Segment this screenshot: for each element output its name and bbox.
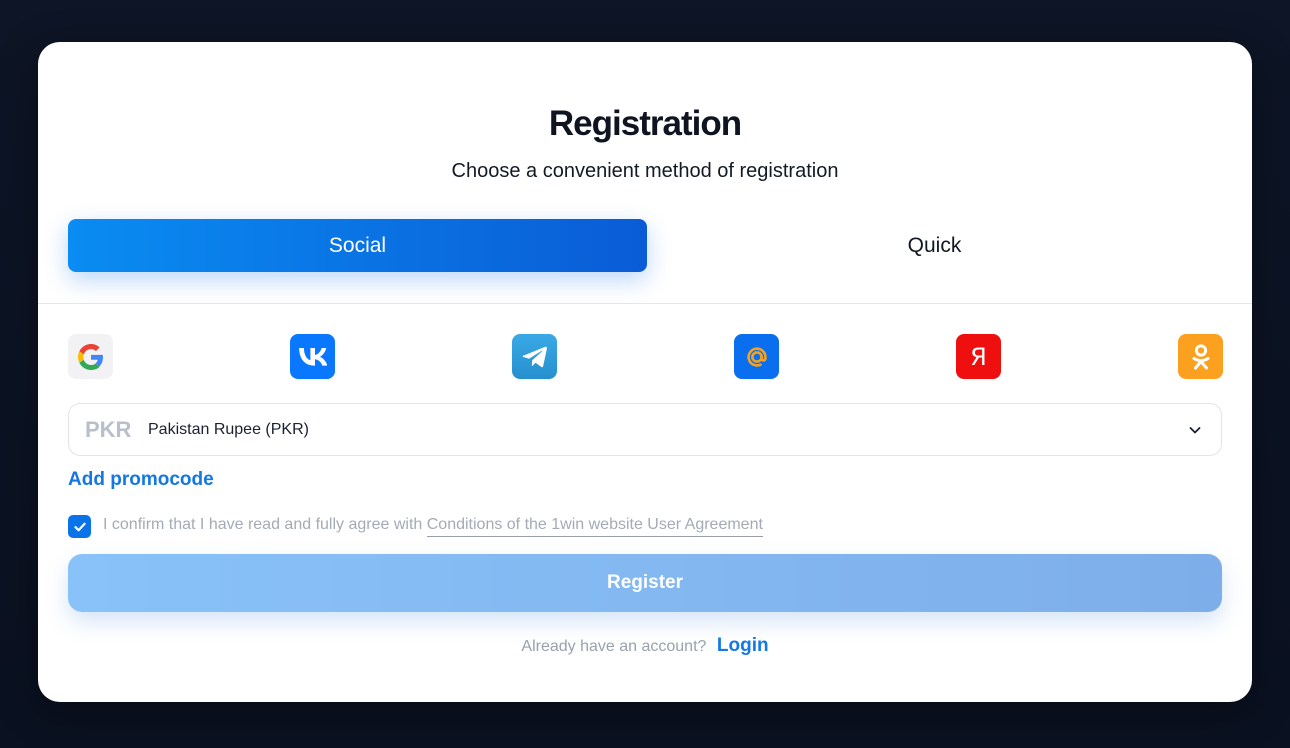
register-button[interactable]: Register — [68, 554, 1222, 612]
agreement-checkbox[interactable] — [68, 515, 91, 538]
modal-subtitle: Choose a convenient method of registrati… — [451, 160, 839, 182]
agreement-text: I confirm that I have read and fully agr… — [103, 516, 763, 537]
agreement-label: I confirm that I have read and fully agr… — [103, 516, 423, 533]
login-prompt: Already have an account? — [521, 638, 707, 655]
add-promocode-link[interactable]: Add promocode — [68, 469, 214, 491]
odnoklassniki-login-button[interactable] — [1178, 334, 1223, 379]
yandex-icon: Я — [970, 342, 987, 371]
vk-login-button[interactable] — [290, 334, 335, 379]
tab-social[interactable]: Social — [68, 219, 647, 272]
currency-name: Pakistan Rupee (PKR) — [148, 421, 309, 438]
odnoklassniki-icon — [1192, 343, 1209, 369]
telegram-login-button[interactable] — [512, 334, 557, 379]
user-agreement-link[interactable]: Conditions of the 1win website User Agre… — [426, 516, 763, 537]
mail-ru-login-button[interactable] — [734, 334, 779, 379]
checkmark-icon — [73, 522, 86, 531]
login-row: Already have an account? Login — [0, 635, 1290, 657]
vk-icon — [298, 347, 327, 366]
tabs-divider — [38, 303, 1252, 304]
tab-quick[interactable]: Quick — [645, 219, 1224, 272]
google-icon — [77, 343, 103, 370]
telegram-icon — [522, 346, 547, 367]
currency-code: PKR — [85, 417, 132, 442]
currency-select[interactable]: PKR Pakistan Rupee (PKR) — [68, 403, 1222, 456]
chevron-down-icon — [1189, 427, 1201, 434]
modal-title: Registration — [548, 104, 742, 143]
yandex-login-button[interactable]: Я — [956, 334, 1001, 379]
google-login-button[interactable] — [68, 334, 113, 379]
mail-ru-icon — [746, 346, 767, 367]
login-link[interactable]: Login — [717, 635, 769, 656]
